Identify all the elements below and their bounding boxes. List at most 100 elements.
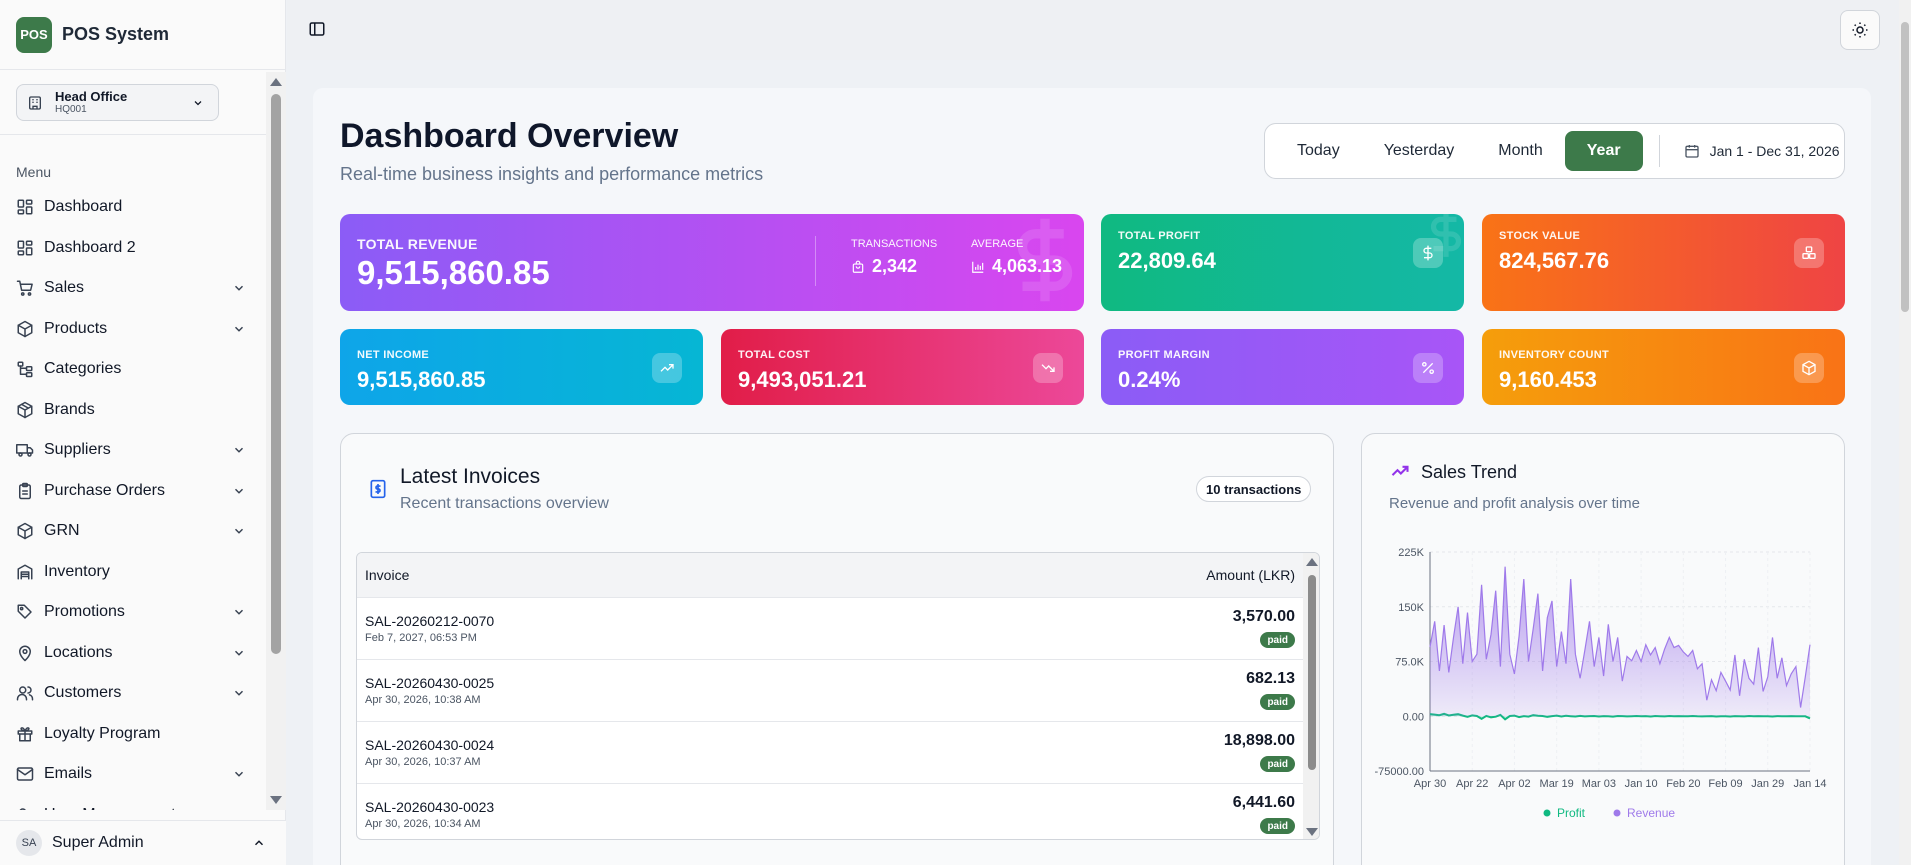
dashboard-icon	[17, 199, 33, 215]
x-tick-label: Apr 02	[1498, 778, 1530, 790]
invoice-date: Apr 30, 2026, 10:38 AM	[365, 694, 481, 706]
sidebar-item-emails[interactable]: Emails	[0, 754, 266, 795]
menu-label: Menu	[16, 164, 52, 180]
scrollbar-thumb[interactable]	[1308, 575, 1316, 770]
sidebar-item-products[interactable]: Products	[0, 309, 266, 350]
y-tick-label: 75.0K	[1395, 657, 1424, 669]
mail-icon	[16, 767, 34, 781]
hierarchy-icon	[17, 361, 33, 378]
range-month-button[interactable]: Month	[1476, 131, 1564, 171]
x-tick-label: Feb 09	[1708, 778, 1742, 790]
scroll-up-arrow[interactable]	[1306, 558, 1318, 566]
legend-marker-profit	[1543, 809, 1551, 817]
table-row[interactable]: SAL-20260430-0023 Apr 30, 2026, 10:34 AM 6…	[357, 784, 1303, 839]
chevron-down-icon	[234, 650, 244, 656]
column-header-amount: Amount (LKR)	[1206, 567, 1295, 583]
range-yesterday-button[interactable]: Yesterday	[1362, 131, 1477, 171]
chevron-down-icon	[234, 690, 244, 697]
trending-up-icon	[1391, 465, 1409, 476]
table-scrollbar[interactable]	[1303, 553, 1319, 839]
inventory-count-label: INVENTORY COUNT	[1499, 349, 1610, 361]
status-badge: paid	[1260, 632, 1295, 648]
x-tick-label: Mar 03	[1582, 778, 1616, 790]
dashboard-icon	[17, 240, 33, 256]
table-header: Invoice Amount (LKR)	[357, 553, 1303, 598]
chevron-up-icon	[254, 840, 264, 846]
sidebar-item-user-management[interactable]: User Management	[0, 795, 266, 810]
invoices-title: Latest Invoices	[400, 465, 541, 488]
sidebar-item-promotions[interactable]: Promotions	[0, 592, 266, 633]
sidebar-item-inventory[interactable]: Inventory	[0, 552, 266, 593]
gift-icon	[17, 726, 33, 742]
sidebar-item-label: Promotions	[44, 603, 125, 621]
range-year-button[interactable]: Year	[1564, 131, 1643, 171]
sidebar-toggle-icon[interactable]	[308, 20, 326, 38]
warehouse-icon	[17, 564, 33, 580]
page-scrollbar-thumb[interactable]	[1901, 22, 1909, 312]
sidebar-item-grn[interactable]: GRN	[0, 511, 266, 552]
inventory-count-value: 9,160.453	[1499, 367, 1597, 392]
invoice-amount: 3,570.00	[1232, 608, 1295, 625]
sidebar-item-label: Locations	[44, 643, 113, 661]
user-menu[interactable]: SA Super Admin	[0, 820, 286, 865]
table-row[interactable]: SAL-20260430-0024 Apr 30, 2026, 10:37 AM 1…	[357, 722, 1303, 784]
stock-value-label: STOCK VALUE	[1499, 230, 1581, 242]
package-icon	[17, 401, 33, 418]
range-today-button[interactable]: Today	[1275, 131, 1362, 171]
scroll-up-arrow[interactable]	[270, 78, 282, 86]
sidebar-item-label: Suppliers	[44, 441, 111, 459]
sidebar-item-label: Customers	[44, 684, 122, 702]
transactions-label: TRANSACTIONS	[851, 238, 938, 250]
legend-label-profit: Profit	[1557, 806, 1586, 820]
profit-margin-value: 0.24%	[1118, 367, 1181, 392]
sidebar-item-brands[interactable]: Brands	[0, 390, 266, 431]
sidebar-item-sales[interactable]: Sales	[0, 268, 266, 309]
sidebar-scrollbar[interactable]	[266, 72, 286, 810]
sidebar-item-dashboard[interactable]: Dashboard	[0, 187, 266, 228]
x-tick-label: Jan 10	[1625, 778, 1658, 790]
status-badge: paid	[1260, 818, 1295, 834]
date-range-picker[interactable]: Jan 1 - Dec 31, 2026	[1684, 143, 1840, 159]
branch-selector[interactable]: Head Office HQ001	[16, 84, 219, 121]
stock-value-card: STOCK VALUE 824,567.76	[1482, 214, 1845, 311]
page-scrollbar[interactable]	[1899, 0, 1911, 865]
sidebar-item-label: Dashboard	[44, 198, 123, 216]
sidebar-nav: Dashboard Dashboard 2 Sales Products Categor…	[0, 187, 266, 810]
status-badge: paid	[1260, 756, 1295, 772]
sidebar-item-label: Brands	[44, 400, 95, 418]
total-cost-label: TOTAL COST	[738, 349, 811, 361]
latest-invoices-panel: Latest Invoices Recent transactions over…	[340, 433, 1334, 865]
invoice-id: SAL-20260430-0024	[365, 737, 495, 753]
theme-toggle-button[interactable]	[1840, 10, 1880, 50]
scroll-down-arrow[interactable]	[270, 796, 282, 804]
box-icon	[17, 320, 33, 337]
box-icon	[17, 523, 33, 540]
profit-margin-label: PROFIT MARGIN	[1118, 349, 1210, 361]
table-row[interactable]: SAL-20260212-0070 Feb 7, 2027, 06:53 PM 3,…	[357, 598, 1303, 660]
sidebar-item-purchase-orders[interactable]: Purchase Orders	[0, 471, 266, 512]
total-profit-value: 22,809.64	[1118, 248, 1216, 273]
invoice-icon	[370, 479, 386, 499]
sidebar-item-locations[interactable]: Locations	[0, 633, 266, 674]
scrollbar-thumb[interactable]	[271, 94, 281, 654]
page-title: Dashboard Overview	[340, 117, 679, 155]
page-subtitle: Real-time business insights and performa…	[340, 164, 764, 184]
package-icon	[1794, 353, 1824, 383]
cart-icon	[16, 280, 33, 297]
branch-section: Head Office HQ001	[0, 70, 285, 135]
scroll-down-arrow[interactable]	[1306, 828, 1318, 836]
table-row[interactable]: SAL-20260430-0025 Apr 30, 2026, 10:38 AM 6…	[357, 660, 1303, 722]
sidebar-item-label: User Management	[44, 806, 176, 810]
clipboard-icon	[19, 482, 31, 499]
invoices-subtitle: Recent transactions overview	[400, 495, 609, 512]
sidebar-item-loyalty-program[interactable]: Loyalty Program	[0, 714, 266, 755]
sidebar-item-categories[interactable]: Categories	[0, 349, 266, 390]
sidebar-item-dashboard-2[interactable]: Dashboard 2	[0, 228, 266, 269]
sidebar-item-suppliers[interactable]: Suppliers	[0, 430, 266, 471]
stock-value-value: 824,567.76	[1499, 248, 1610, 273]
building-icon	[29, 95, 41, 110]
sidebar-item-customers[interactable]: Customers	[0, 673, 266, 714]
invoice-id: SAL-20260430-0025	[365, 675, 495, 691]
y-tick-label: 225K	[1398, 547, 1424, 559]
x-tick-label: Jan 29	[1751, 778, 1784, 790]
